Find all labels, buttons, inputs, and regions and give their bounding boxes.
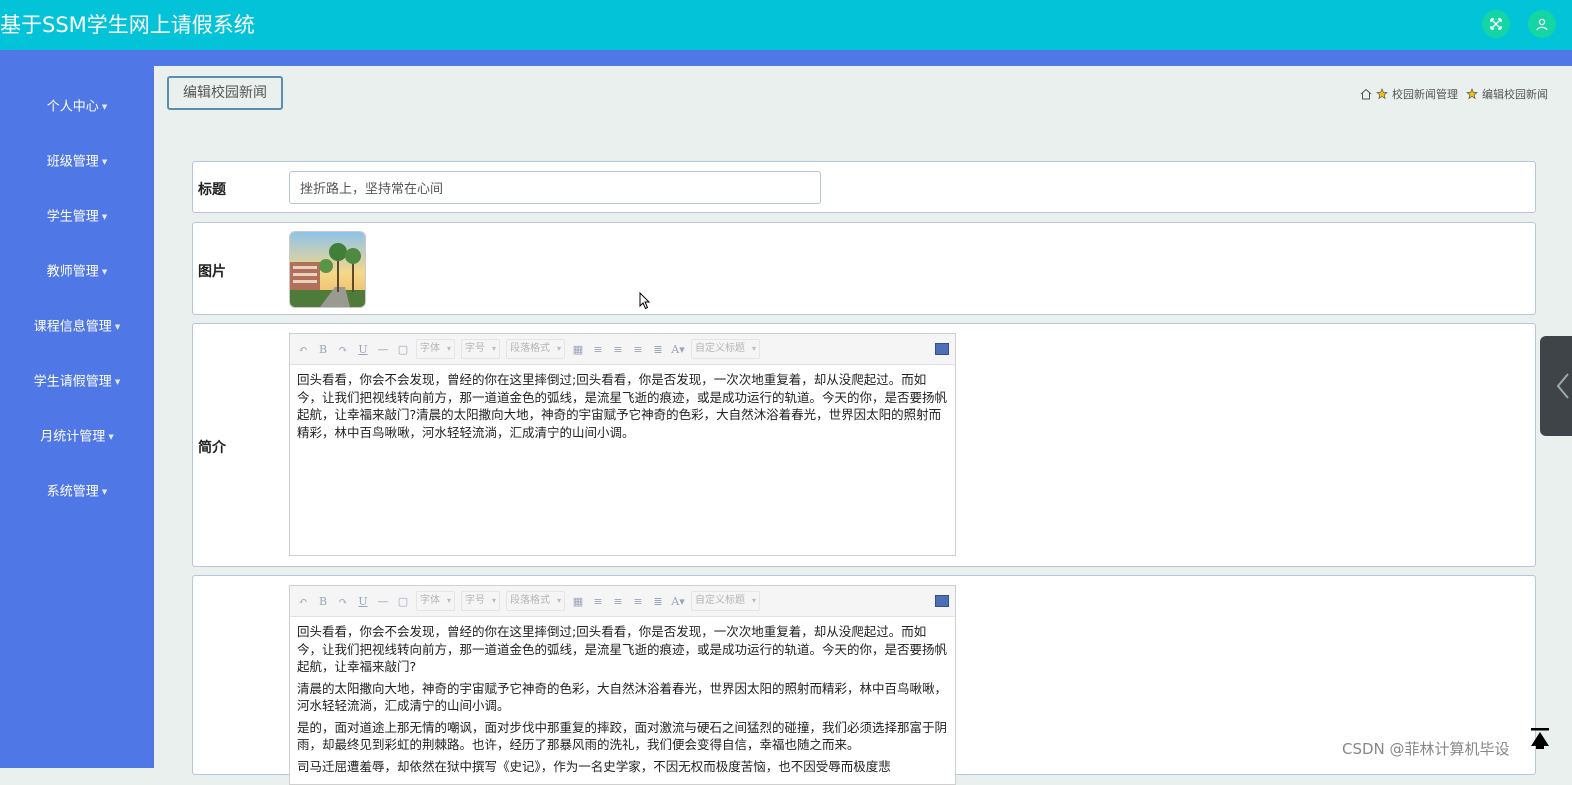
title-input[interactable]	[289, 171, 821, 204]
intro-editor[interactable]: ↶ B ↷ U — ▢ 字体 字号 段落格式 ▦ ≡ ≡ ≡ ≣ A▾ 自定义标…	[289, 333, 956, 556]
align-justify-icon[interactable]: ≣	[651, 595, 665, 608]
table-icon[interactable]: ▦	[571, 595, 585, 608]
caret-down-icon: ▼	[114, 378, 121, 386]
sidebar-item-teacher[interactable]: 教师管理 ▼	[0, 255, 154, 289]
sidebar-item-label: 系统管理	[46, 484, 99, 500]
sidebar: 个人中心 ▼ 班级管理 ▼ 学生管理 ▼ 教师管理 ▼ 课程信息管理 ▼ 学生请假管理 ▼ …	[0, 66, 154, 768]
bold-icon[interactable]: B	[316, 595, 330, 608]
back-to-top-icon[interactable]	[1528, 726, 1552, 750]
top-bar: 基于SSM学生网上请假系统	[0, 0, 1572, 50]
sidebar-item-course[interactable]: 课程信息管理 ▼	[0, 310, 154, 344]
font-color-icon[interactable]: A▾	[671, 595, 685, 608]
align-center-icon[interactable]: ≡	[611, 595, 625, 608]
align-center-icon[interactable]: ≡	[611, 343, 625, 356]
caret-down-icon: ▼	[101, 488, 108, 496]
user-button[interactable]	[1528, 10, 1556, 38]
user-icon	[1536, 18, 1548, 31]
star-icon	[1376, 88, 1388, 100]
campus-photo-image	[290, 232, 365, 307]
content-paragraph: 司马迁屈遭羞辱，却依然在狱中撰写《史记》，作为一名史学家，不因无权而极度苦恼，也…	[297, 758, 891, 774]
sidebar-item-label: 课程信息管理	[33, 319, 112, 335]
image-card: 图片	[192, 222, 1536, 315]
align-left-icon[interactable]: ≡	[591, 595, 605, 608]
image-label: 图片	[198, 264, 226, 280]
fullscreen-editor-icon[interactable]	[935, 595, 949, 607]
font-color-icon[interactable]: A▾	[671, 343, 685, 356]
sidebar-item-leave[interactable]: 学生请假管理 ▼	[0, 365, 154, 399]
sidebar-item-class[interactable]: 班级管理 ▼	[0, 145, 154, 179]
chevron-left-icon	[1556, 373, 1569, 399]
caret-down-icon: ▼	[114, 323, 121, 331]
title-card: 标题	[192, 161, 1536, 213]
fullscreen-editor-icon[interactable]	[935, 343, 949, 355]
caret-down-icon: ▼	[101, 158, 108, 166]
custom-heading-select[interactable]: 自定义标题	[691, 591, 760, 611]
editor-toolbar: ↶ B ↷ U — ▢ 字体 字号 段落格式 ▦ ≡ ≡ ≡ ≣ A▾ 自定义标…	[290, 334, 955, 365]
sidebar-item-system[interactable]: 系统管理 ▼	[0, 475, 154, 509]
editor-toolbar: ↶ B ↷ U — ▢ 字体 字号 段落格式 ▦ ≡ ≡ ≡ ≣ A▾ 自定义标…	[290, 586, 955, 617]
title-label: 标题	[198, 182, 226, 198]
font-size-select[interactable]: 字号	[461, 591, 500, 611]
home-icon[interactable]	[1360, 88, 1372, 100]
undo-icon[interactable]: ↶	[296, 595, 310, 608]
sidebar-item-label: 月统计管理	[40, 429, 106, 445]
table-icon[interactable]: ▦	[571, 343, 585, 356]
sidebar-item-label: 个人中心	[46, 99, 99, 115]
sidebar-item-student[interactable]: 学生管理 ▼	[0, 200, 154, 234]
breadcrumb-item[interactable]: 校园新闻管理	[1392, 86, 1458, 102]
paragraph-format-select[interactable]: 段落格式	[506, 339, 565, 359]
caret-down-icon: ▼	[101, 268, 108, 276]
document-icon[interactable]: ▢	[396, 343, 410, 356]
header-strip	[0, 50, 1572, 66]
sidebar-item-monthly-stats[interactable]: 月统计管理 ▼	[0, 420, 154, 454]
watermark: CSDN @菲林计算机毕设	[1342, 740, 1510, 758]
document-icon[interactable]: ▢	[396, 595, 410, 608]
fullscreen-button[interactable]	[1482, 10, 1510, 38]
custom-heading-select[interactable]: 自定义标题	[691, 339, 760, 359]
underline-icon[interactable]: U	[356, 595, 370, 608]
intro-card: 简介 ↶ B ↷ U — ▢ 字体 字号 段落格式 ▦ ≡ ≡ ≡ ≣ A▾ 自…	[192, 323, 1536, 567]
caret-down-icon: ▼	[108, 433, 114, 441]
align-justify-icon[interactable]: ≣	[651, 343, 665, 356]
side-panel-toggle[interactable]	[1540, 336, 1572, 436]
star-icon	[1466, 88, 1478, 100]
font-select[interactable]: 字体	[416, 339, 455, 359]
underline-icon[interactable]: U	[356, 343, 370, 356]
font-size-select[interactable]: 字号	[461, 339, 500, 359]
content-text[interactable]: 回头看看，你会不会发现，曾经的你在这里摔倒过;回头看看，你是否发现，一次次地重复…	[290, 617, 955, 785]
horizontal-rule-icon[interactable]: —	[376, 595, 390, 608]
caret-down-icon: ▼	[101, 103, 108, 111]
align-right-icon[interactable]: ≡	[631, 343, 645, 356]
caret-down-icon: ▼	[101, 213, 108, 221]
fullscreen-icon	[1490, 18, 1502, 30]
breadcrumb-item: 编辑校园新闻	[1482, 88, 1548, 101]
sidebar-item-label: 学生请假管理	[33, 374, 112, 390]
sidebar-item-personal[interactable]: 个人中心 ▼	[0, 90, 154, 124]
sidebar-item-label: 班级管理	[46, 154, 99, 170]
intro-text[interactable]: 回头看看，你会不会发现，曾经的你在这里摔倒过;回头看看，你是否发现，一次次地重复…	[290, 365, 955, 447]
app-title: 基于SSM学生网上请假系统	[0, 13, 255, 37]
sidebar-item-label: 学生管理	[46, 209, 99, 225]
intro-label: 简介	[198, 440, 226, 456]
content-paragraph: 回头看看，你会不会发现，曾经的你在这里摔倒过;回头看看，你是否发现，一次次地重复…	[297, 624, 948, 674]
content-card: ↶ B ↷ U — ▢ 字体 字号 段落格式 ▦ ≡ ≡ ≡ ≣ A▾ 自定义标…	[192, 575, 1536, 785]
paragraph-format-select[interactable]: 段落格式	[506, 591, 565, 611]
undo-icon[interactable]: ↶	[296, 343, 310, 356]
edit-news-button[interactable]: 编辑校园新闻	[167, 76, 283, 110]
redo-icon[interactable]: ↷	[336, 595, 350, 608]
align-left-icon[interactable]: ≡	[591, 343, 605, 356]
horizontal-rule-icon[interactable]: —	[376, 343, 390, 356]
font-select[interactable]: 字体	[416, 591, 455, 611]
mouse-cursor-icon	[639, 292, 651, 310]
content-paragraph: 是的，面对道途上那无情的嘲讽，面对步伐中那重复的摔跤，面对激流与硬石之间猛烈的碰…	[297, 719, 948, 753]
bold-icon[interactable]: B	[316, 343, 330, 356]
content-editor[interactable]: ↶ B ↷ U — ▢ 字体 字号 段落格式 ▦ ≡ ≡ ≡ ≣ A▾ 自定义标…	[289, 585, 956, 785]
sidebar-item-label: 教师管理	[46, 264, 99, 280]
content-paragraph: 清晨的太阳撒向大地，神奇的宇宙赋予它神奇的色彩，大自然沐浴着春光，世界因太阳的照…	[297, 680, 948, 714]
breadcrumb: 校园新闻管理 编辑校园新闻	[1360, 86, 1548, 102]
news-image[interactable]	[289, 231, 366, 308]
align-right-icon[interactable]: ≡	[631, 595, 645, 608]
redo-icon[interactable]: ↷	[336, 343, 350, 356]
